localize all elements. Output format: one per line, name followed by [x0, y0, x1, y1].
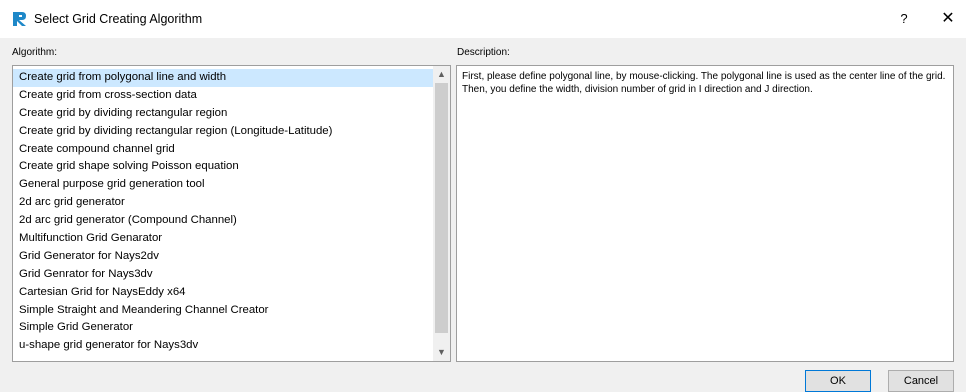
- list-item[interactable]: Create grid by dividing rectangular regi…: [13, 105, 433, 123]
- title-bar: Select Grid Creating Algorithm ? ✕: [0, 0, 966, 38]
- description-box: First, please define polygonal line, by …: [456, 65, 954, 362]
- algorithm-list[interactable]: Create grid from polygonal line and widt…: [12, 65, 451, 362]
- algorithm-list-items: Create grid from polygonal line and widt…: [13, 69, 433, 355]
- app-logo-icon: [13, 12, 26, 26]
- help-button[interactable]: ?: [892, 8, 916, 30]
- scroll-thumb[interactable]: [435, 83, 448, 333]
- list-item[interactable]: u-shape grid generator for Nays3dv: [13, 337, 433, 355]
- scroll-up-arrow-icon[interactable]: ▲: [433, 66, 450, 83]
- list-scrollbar[interactable]: ▲ ▼: [433, 66, 450, 361]
- list-item[interactable]: Grid Generator for Nays2dv: [13, 248, 433, 266]
- description-label: Description:: [457, 47, 510, 58]
- list-item[interactable]: General purpose grid generation tool: [13, 176, 433, 194]
- list-item[interactable]: Create grid shape solving Poisson equati…: [13, 158, 433, 176]
- description-text: First, please define polygonal line, by …: [462, 71, 946, 95]
- list-item[interactable]: Simple Straight and Meandering Channel C…: [13, 302, 433, 320]
- scroll-down-arrow-icon[interactable]: ▼: [433, 344, 450, 361]
- close-button[interactable]: ✕: [936, 8, 960, 30]
- list-item[interactable]: 2d arc grid generator (Compound Channel): [13, 212, 433, 230]
- list-item[interactable]: Create grid from cross-section data: [13, 87, 433, 105]
- algorithm-label: Algorithm:: [12, 47, 58, 58]
- list-item[interactable]: Cartesian Grid for NaysEddy x64: [13, 284, 433, 302]
- list-item[interactable]: Create compound channel grid: [13, 141, 433, 159]
- list-item[interactable]: Multifunction Grid Genarator: [13, 230, 433, 248]
- ok-button[interactable]: OK: [805, 370, 871, 392]
- list-item[interactable]: Create grid by dividing rectangular regi…: [13, 123, 433, 141]
- list-item[interactable]: 2d arc grid generator: [13, 194, 433, 212]
- list-item[interactable]: Create grid from polygonal line and widt…: [13, 69, 433, 87]
- window-title: Select Grid Creating Algorithm: [34, 12, 203, 26]
- cancel-button[interactable]: Cancel: [888, 370, 954, 392]
- list-item[interactable]: Simple Grid Generator: [13, 319, 433, 337]
- list-item[interactable]: Grid Genrator for Nays3dv: [13, 266, 433, 284]
